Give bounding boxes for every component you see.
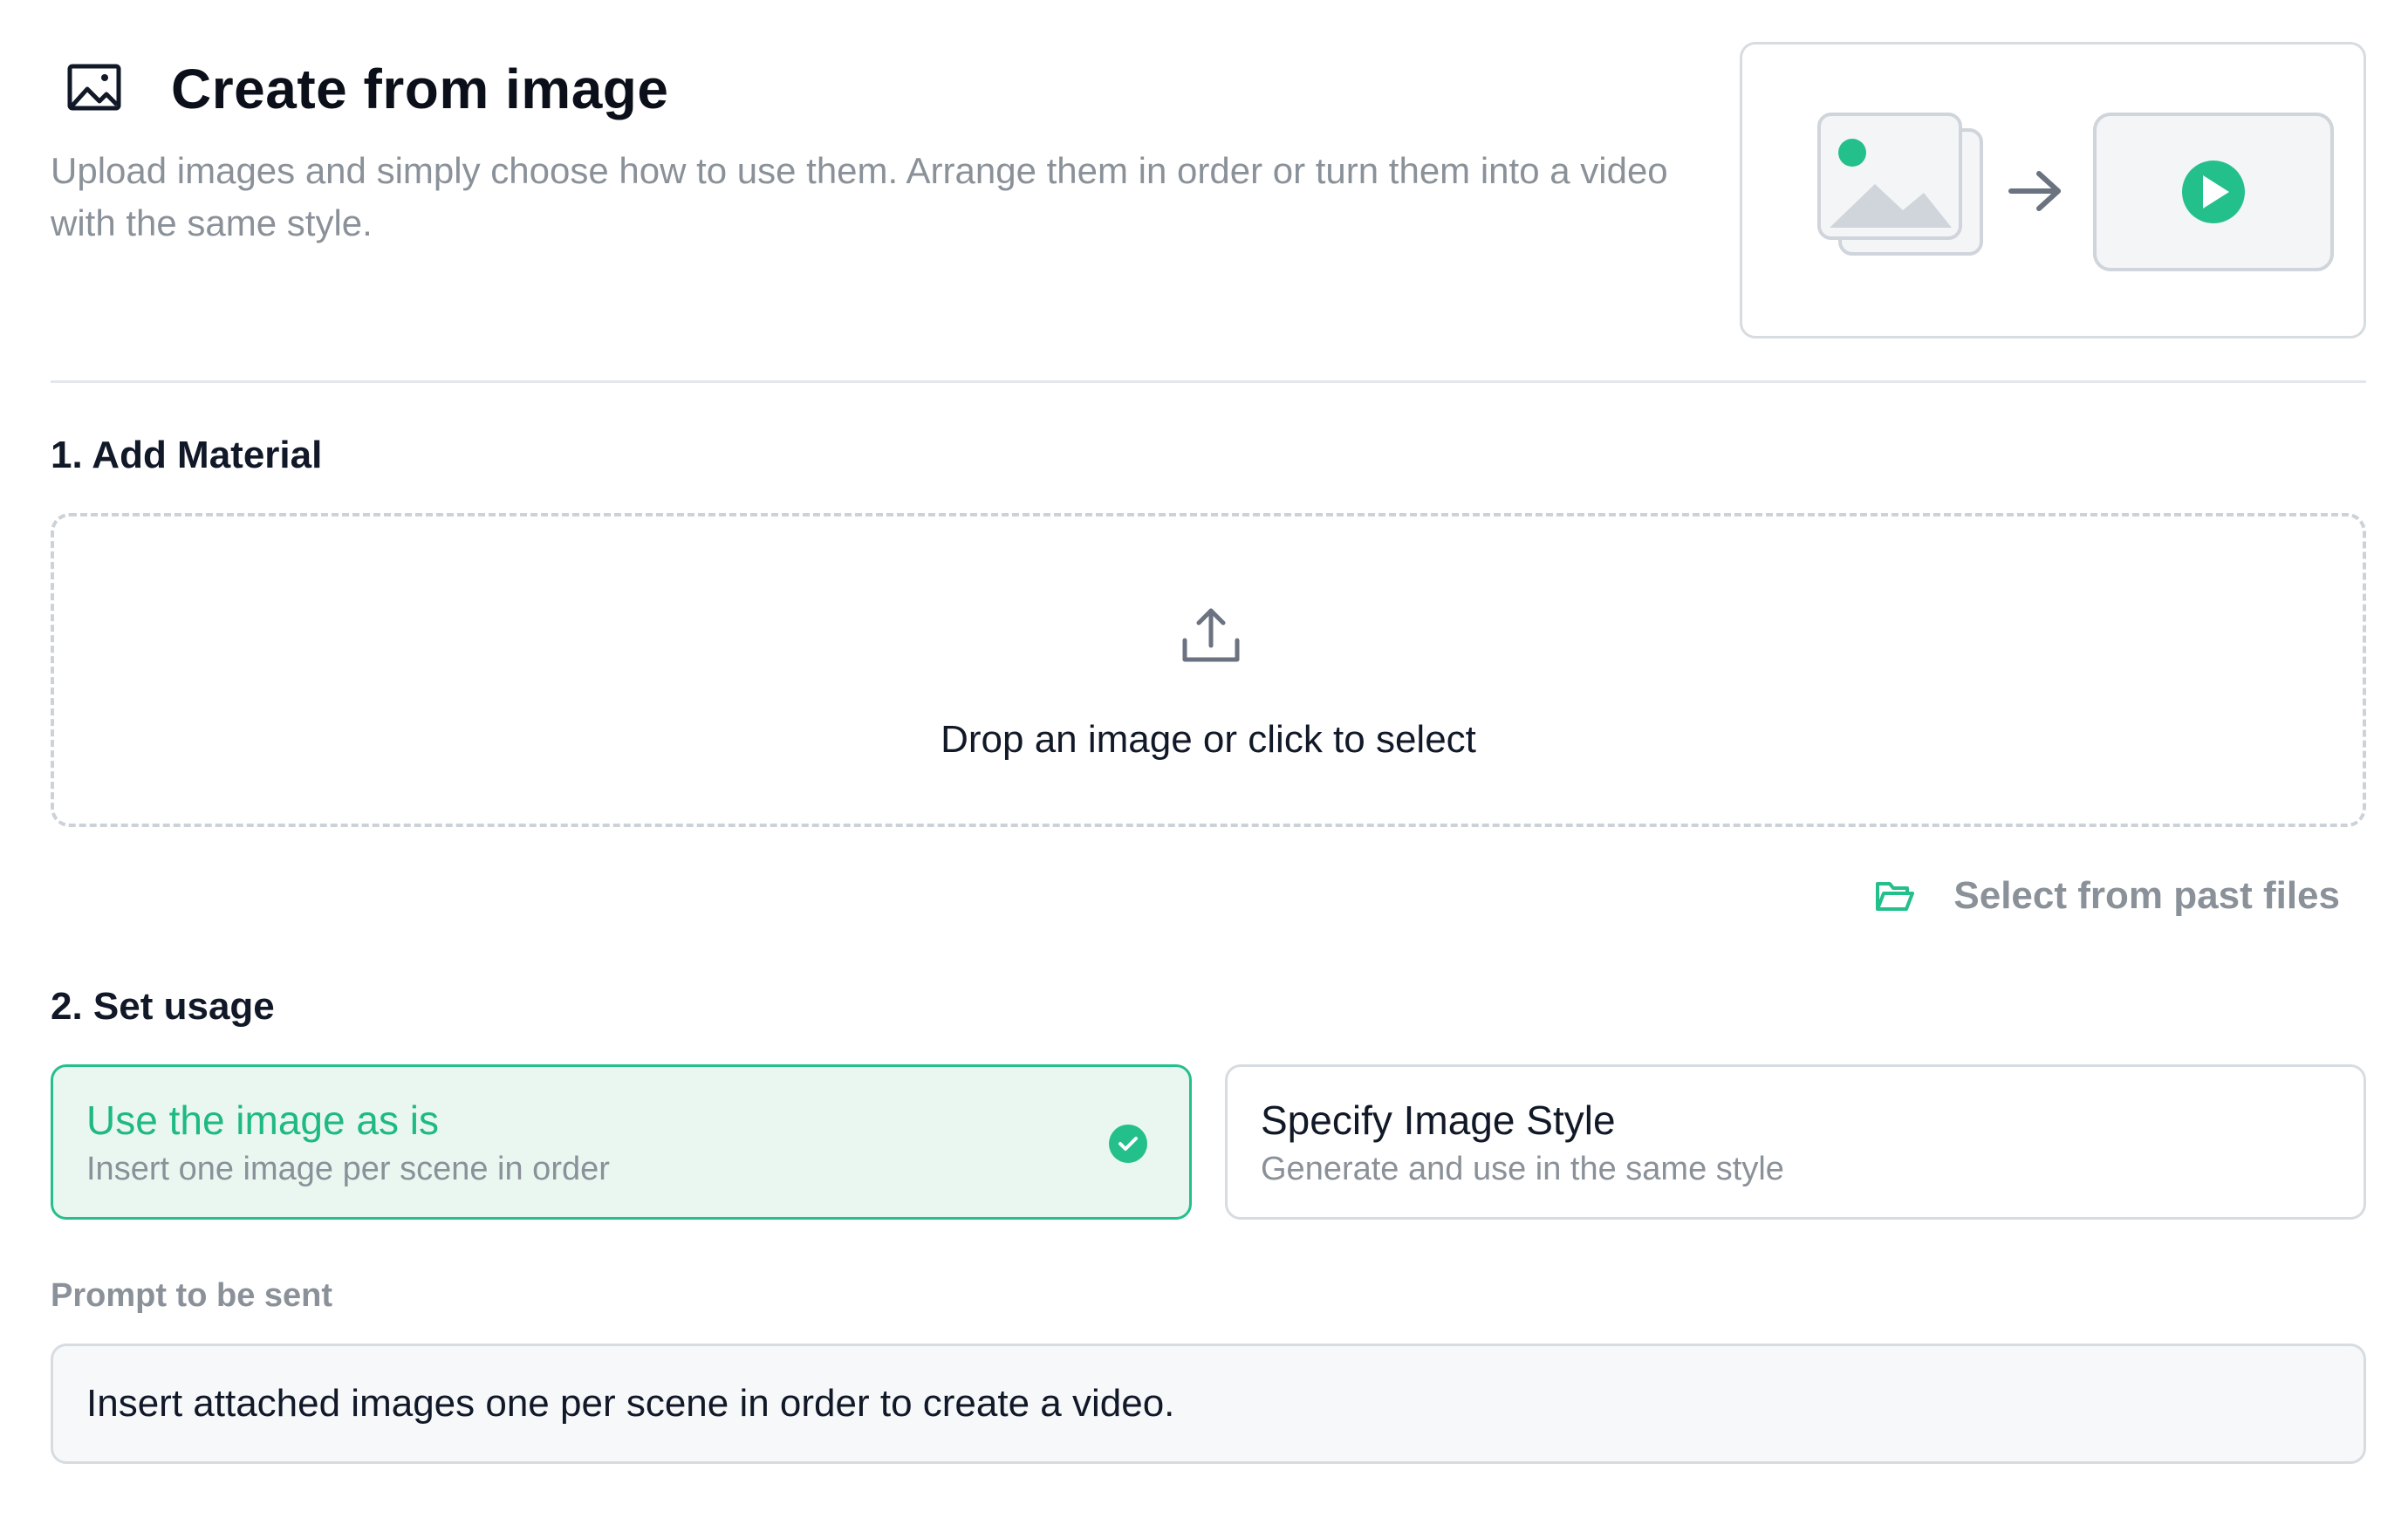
option-specify-image-style[interactable]: Specify Image Style Generate and use in … (1225, 1064, 2366, 1220)
dropzone-label: Drop an image or click to select (941, 718, 1476, 761)
folder-open-icon (1876, 882, 1915, 911)
check-circle-icon (1109, 1125, 1147, 1163)
prompt-field[interactable]: Insert attached images one per scene in … (51, 1344, 2366, 1464)
upload-icon (1182, 608, 1240, 662)
option-subtitle: Generate and use in the same style (1261, 1151, 1784, 1187)
usage-options: Use the image as is Insert one image per… (51, 1064, 2366, 1220)
page-title: Create from image (171, 58, 669, 120)
arrow-right-icon (2008, 171, 2061, 211)
section-title-set-usage: 2. Set usage (51, 985, 275, 1028)
section-title-add-material: 1. Add Material (51, 434, 323, 476)
select-past-files-label: Select from past files (1953, 874, 2340, 917)
image-dropzone[interactable]: Drop an image or click to select (51, 513, 2366, 827)
image-to-video-illustration (1817, 113, 2334, 271)
page-description: Upload images and simply choose how to u… (51, 150, 1668, 243)
prompt-label: Prompt to be sent (51, 1277, 333, 1314)
option-title: Use the image as is (86, 1097, 439, 1143)
select-past-files-button[interactable]: Select from past files (1875, 868, 2361, 924)
option-title: Specify Image Style (1261, 1097, 1616, 1143)
image-stack-icon (1817, 113, 1983, 256)
create-from-image-panel: Create from image Upload images and simp… (51, 0, 2366, 1464)
preview-illustration (1740, 42, 2366, 338)
header: Create from image Upload images and simp… (51, 0, 2366, 383)
image-icon (67, 64, 121, 111)
header-divider (51, 380, 2366, 383)
play-video-icon (2093, 113, 2334, 271)
prompt-text: Insert attached images one per scene in … (86, 1382, 1175, 1425)
option-subtitle: Insert one image per scene in order (86, 1151, 610, 1187)
option-use-image-as-is[interactable]: Use the image as is Insert one image per… (51, 1064, 1192, 1220)
